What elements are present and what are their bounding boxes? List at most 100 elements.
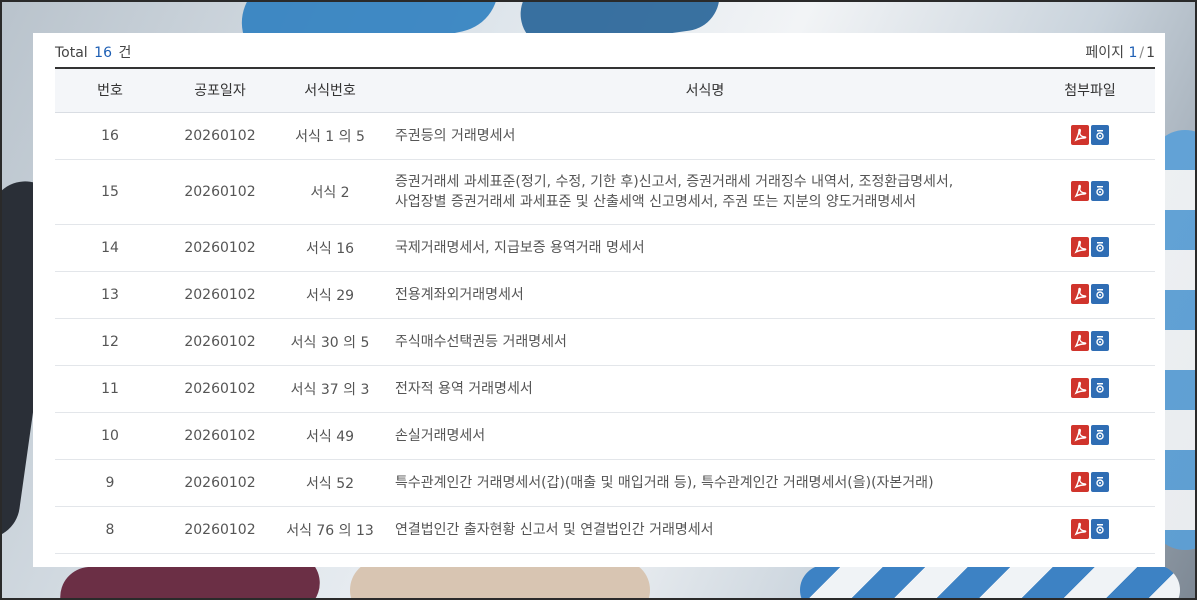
page-label: 페이지 (1085, 45, 1124, 61)
row-date: 20260102 (165, 318, 275, 366)
row-number: 9 (55, 459, 165, 507)
form-name-line[interactable]: 주식매수선택권등 거래명세서 (395, 332, 1025, 352)
header-number: 번호 (55, 68, 165, 113)
row-form-number: 서식 76 의 13 (275, 506, 385, 554)
row-number: 10 (55, 412, 165, 460)
table-row: 16 20260102 서식 1 의 5 주권등의 거래명세서 (55, 112, 1155, 160)
hwp-file-icon[interactable] (1091, 284, 1109, 304)
row-attachments (1025, 271, 1155, 319)
pdf-file-icon[interactable] (1071, 425, 1089, 445)
pdf-file-icon[interactable] (1071, 331, 1089, 351)
form-name-line[interactable]: 손실거래명세서 (395, 426, 1025, 446)
row-attachments (1025, 112, 1155, 160)
row-form-name[interactable]: 국제거래명세서, 지급보증 용역거래 명세서 (385, 224, 1025, 272)
row-date: 20260102 (165, 159, 275, 225)
hwp-file-icon[interactable] (1091, 378, 1109, 398)
pdf-file-icon[interactable] (1071, 237, 1089, 257)
pdf-file-icon[interactable] (1071, 519, 1089, 539)
page-indicator: 페이지 1/1 (1085, 42, 1155, 62)
row-attachments (1025, 159, 1155, 225)
row-form-number: 서식 37 의 3 (275, 365, 385, 413)
row-number: 11 (55, 365, 165, 413)
list-summary-bar: Total 16 건 페이지 1/1 (55, 33, 1155, 67)
table-row: 14 20260102 서식 16 국제거래명세서, 지급보증 용역거래 명세서 (55, 224, 1155, 272)
hwp-file-icon[interactable] (1091, 472, 1109, 492)
row-form-number: 서식 2 (275, 159, 385, 225)
row-date: 20260102 (165, 365, 275, 413)
form-name-line[interactable]: 전용계좌외거래명세서 (395, 285, 1025, 305)
row-form-name[interactable]: 손실거래명세서 (385, 412, 1025, 460)
header-date: 공포일자 (165, 68, 275, 113)
form-name-line[interactable]: 국제거래명세서, 지급보증 용역거래 명세서 (395, 238, 1025, 258)
row-attachments (1025, 318, 1155, 366)
table-header-row: 번호 공포일자 서식번호 서식명 첨부파일 (55, 68, 1155, 113)
page-total: 1 (1146, 45, 1155, 61)
page-separator: / (1139, 45, 1145, 61)
header-form-name: 서식명 (385, 68, 1025, 113)
row-number: 14 (55, 224, 165, 272)
table-row: 12 20260102 서식 30 의 5 주식매수선택권등 거래명세서 (55, 318, 1155, 366)
row-date: 20260102 (165, 412, 275, 460)
total-label: Total (55, 45, 88, 61)
form-name-line[interactable]: 특수관계인간 거래명세서(갑)(매출 및 매입거래 등), 특수관계인간 거래명… (395, 473, 1025, 493)
table-row: 8 20260102 서식 76 의 13 연결법인간 출자현황 신고서 및 연… (55, 506, 1155, 554)
hwp-file-icon[interactable] (1091, 425, 1109, 445)
form-name-line[interactable]: 주권등의 거래명세서 (395, 126, 1025, 146)
table-row: 9 20260102 서식 52 특수관계인간 거래명세서(갑)(매출 및 매입… (55, 459, 1155, 507)
form-name-line[interactable]: 연결법인간 출자현황 신고서 및 연결법인간 거래명세서 (395, 520, 1025, 540)
hwp-file-icon[interactable] (1091, 125, 1109, 145)
pdf-file-icon[interactable] (1071, 284, 1089, 304)
row-date: 20260102 (165, 112, 275, 160)
row-form-number: 서식 49 (275, 412, 385, 460)
total-count: Total 16 건 (55, 42, 131, 62)
form-name-line[interactable]: 사업장별 증권거래세 과세표준 및 산출세액 신고명세서, 주권 또는 지분의 … (395, 192, 1025, 212)
row-form-number: 서식 30 의 5 (275, 318, 385, 366)
pdf-file-icon[interactable] (1071, 125, 1089, 145)
pdf-file-icon[interactable] (1071, 378, 1089, 398)
row-attachments (1025, 224, 1155, 272)
row-date: 20260102 (165, 459, 275, 507)
row-form-name[interactable]: 주식매수선택권등 거래명세서 (385, 318, 1025, 366)
row-number: 16 (55, 112, 165, 160)
table-row: 15 20260102 서식 2 증권거래세 과세표준(정기, 수정, 기한 후… (55, 159, 1155, 225)
row-number: 13 (55, 271, 165, 319)
row-number: 12 (55, 318, 165, 366)
form-table: 번호 공포일자 서식번호 서식명 첨부파일 16 20260102 서식 1 의… (55, 67, 1155, 554)
row-date: 20260102 (165, 271, 275, 319)
row-number: 15 (55, 159, 165, 225)
table-row: 10 20260102 서식 49 손실거래명세서 (55, 412, 1155, 460)
pdf-file-icon[interactable] (1071, 181, 1089, 201)
table-row: 11 20260102 서식 37 의 3 전자적 용역 거래명세서 (55, 365, 1155, 413)
row-form-name[interactable]: 증권거래세 과세표준(정기, 수정, 기한 후)신고서, 증권거래세 거래징수 … (385, 159, 1025, 225)
form-list-panel: Total 16 건 페이지 1/1 번호 공포일자 서식번호 서식명 첨부파일… (33, 33, 1165, 567)
row-attachments (1025, 506, 1155, 554)
form-name-line[interactable]: 증권거래세 과세표준(정기, 수정, 기한 후)신고서, 증권거래세 거래징수 … (395, 172, 1025, 192)
row-attachments (1025, 365, 1155, 413)
table-row: 13 20260102 서식 29 전용계좌외거래명세서 (55, 271, 1155, 319)
row-attachments (1025, 459, 1155, 507)
row-number: 8 (55, 506, 165, 554)
row-date: 20260102 (165, 224, 275, 272)
form-name-line[interactable]: 전자적 용역 거래명세서 (395, 379, 1025, 399)
hwp-file-icon[interactable] (1091, 331, 1109, 351)
row-attachments (1025, 412, 1155, 460)
row-form-number: 서식 52 (275, 459, 385, 507)
row-form-name[interactable]: 전자적 용역 거래명세서 (385, 365, 1025, 413)
hwp-file-icon[interactable] (1091, 519, 1109, 539)
row-form-name[interactable]: 주권등의 거래명세서 (385, 112, 1025, 160)
row-form-number: 서식 29 (275, 271, 385, 319)
header-form-number: 서식번호 (275, 68, 385, 113)
row-date: 20260102 (165, 506, 275, 554)
hwp-file-icon[interactable] (1091, 237, 1109, 257)
total-number: 16 (94, 45, 112, 61)
pdf-file-icon[interactable] (1071, 472, 1089, 492)
hwp-file-icon[interactable] (1091, 181, 1109, 201)
row-form-number: 서식 1 의 5 (275, 112, 385, 160)
row-form-name[interactable]: 연결법인간 출자현황 신고서 및 연결법인간 거래명세서 (385, 506, 1025, 554)
row-form-name[interactable]: 전용계좌외거래명세서 (385, 271, 1025, 319)
page-current: 1 (1128, 45, 1138, 61)
row-form-name[interactable]: 특수관계인간 거래명세서(갑)(매출 및 매입거래 등), 특수관계인간 거래명… (385, 459, 1025, 507)
total-unit: 건 (118, 45, 132, 61)
header-attachments: 첨부파일 (1025, 68, 1155, 113)
row-form-number: 서식 16 (275, 224, 385, 272)
